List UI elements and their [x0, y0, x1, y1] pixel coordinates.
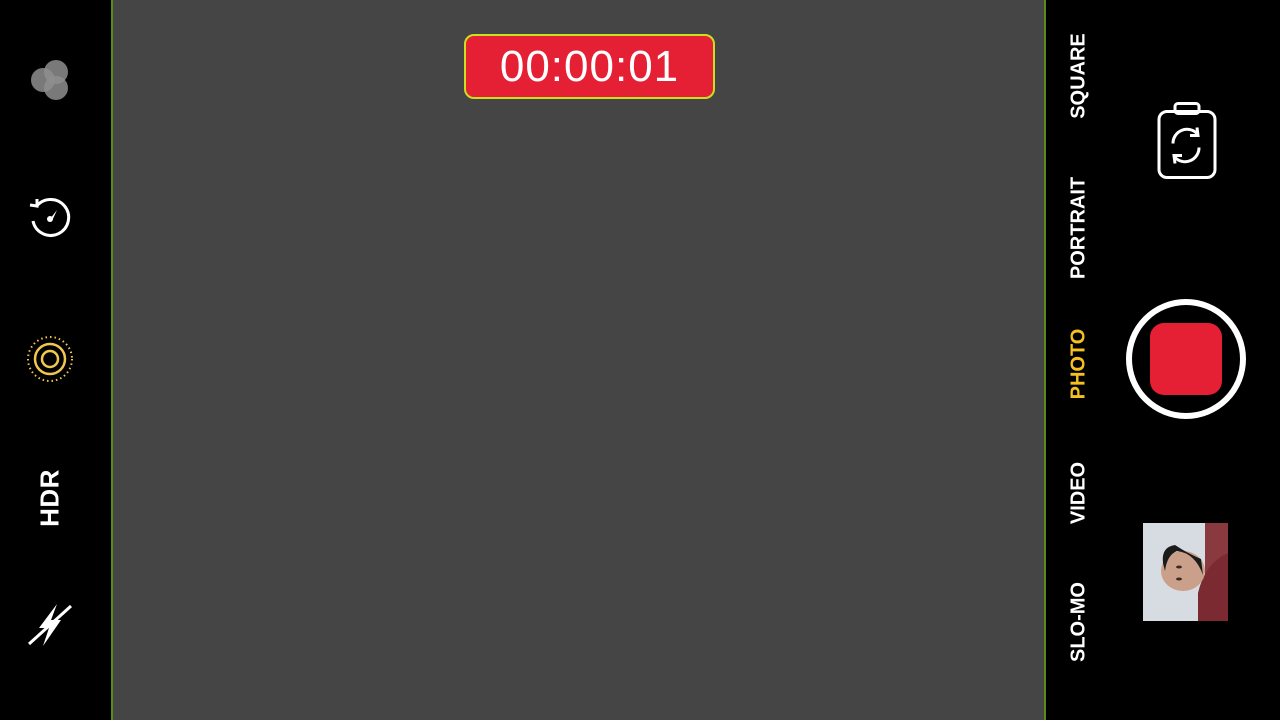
mode-slo-mo[interactable]: SLO-MO: [1068, 582, 1091, 662]
hdr-toggle[interactable]: HDR: [35, 469, 66, 527]
flash-off-icon[interactable]: [23, 598, 77, 652]
mode-video[interactable]: VIDEO: [1068, 462, 1091, 524]
last-media-thumbnail[interactable]: [1143, 523, 1228, 621]
left-control-bar: HDR: [0, 0, 111, 720]
record-stop-indicator: [1150, 323, 1222, 395]
mode-square[interactable]: SQUARE: [1068, 33, 1091, 119]
mode-photo[interactable]: PHOTO: [1068, 329, 1091, 400]
flip-camera-icon[interactable]: [1153, 100, 1219, 187]
recording-timer: 00:00:01: [464, 34, 715, 99]
filters-icon[interactable]: [24, 333, 76, 385]
record-button[interactable]: [1126, 299, 1246, 419]
viewfinder[interactable]: [111, 0, 1046, 720]
live-photos-icon[interactable]: [24, 54, 76, 106]
mode-portrait[interactable]: PORTRAIT: [1068, 177, 1091, 279]
timer-icon[interactable]: [24, 191, 76, 243]
